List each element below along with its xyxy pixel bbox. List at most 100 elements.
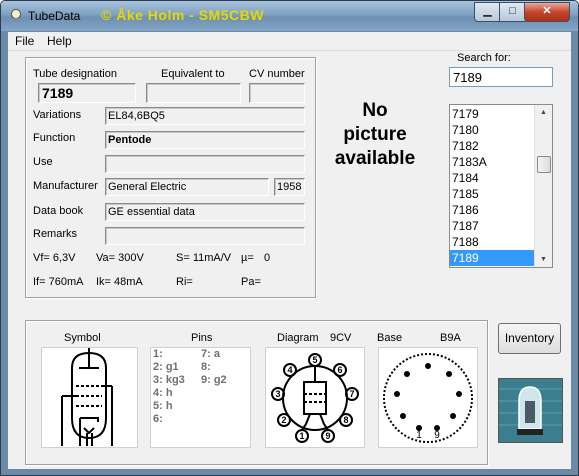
tube-app-icon <box>11 9 21 21</box>
svg-text:8: 8 <box>343 415 348 425</box>
svg-text:2: 2 <box>281 415 286 425</box>
pins-label: Pins <box>191 332 213 344</box>
pins-panel: 1: 2: g1 3: kg3 4: h 5: h 6: 7: a 8: 9: g2 <box>150 347 251 448</box>
app-window: TubeData © Åke Holm - SM5CBW ▁ □ ✕ File … <box>0 0 579 476</box>
pa-value: Pa= <box>241 276 261 288</box>
maximize-button[interactable]: □ <box>499 2 526 22</box>
databook-field[interactable]: GE essential data <box>105 203 305 221</box>
author-credit: © Åke Holm - SM5CBW <box>101 7 264 23</box>
tube-base-image: 91 <box>378 347 478 448</box>
databook-label: Data book <box>33 205 84 217</box>
no-picture-message: No picture available <box>320 99 430 171</box>
symbol-label: Symbol <box>64 332 101 344</box>
tube-symbol-image <box>41 347 138 448</box>
function-label: Function <box>33 132 76 144</box>
cv-field[interactable] <box>249 83 305 103</box>
list-item[interactable]: 7187 <box>450 218 536 234</box>
if-value: If= 760mA <box>33 276 84 288</box>
designation-label: Tube designation <box>33 68 117 80</box>
menu-help[interactable]: Help <box>47 34 72 48</box>
s-value: S= 11mA/V <box>176 252 232 264</box>
svg-text:1: 1 <box>299 431 304 441</box>
pin-entry: 1: <box>153 348 163 360</box>
base-label: Base <box>377 332 403 344</box>
no-picture-line3: available <box>334 148 416 169</box>
use-field[interactable] <box>105 155 305 173</box>
menu-bar: File Help <box>8 32 571 51</box>
svg-text:4: 4 <box>287 365 292 375</box>
pin-entry: 6: <box>153 413 163 425</box>
search-label: Search for: <box>457 52 511 64</box>
list-item[interactable]: 7186 <box>450 202 536 218</box>
minimize-button[interactable]: ▁ <box>474 2 501 22</box>
pin-entry: 9: g2 <box>201 374 227 386</box>
pin-diagram-image: 5 6 7 8 9 1 2 3 4 <box>265 347 365 448</box>
list-item[interactable]: 7189 <box>450 250 536 266</box>
tube-list-items: 7179 7180 7182 7183A 7184 7185 7186 7187 7188 718… <box>450 106 536 266</box>
list-item[interactable]: 7188 <box>450 234 536 250</box>
manufacturer-label: Manufacturer <box>33 180 98 192</box>
designation-field[interactable]: 7189 <box>38 83 136 103</box>
mu-value: 0 <box>264 252 271 264</box>
equivalent-label: Equivalent to <box>161 68 225 80</box>
variations-field[interactable]: EL84,6BQ5 <box>105 107 305 125</box>
inventory-button[interactable]: Inventory <box>498 323 561 354</box>
list-item[interactable]: 7182 <box>450 138 536 154</box>
scroll-thumb[interactable] <box>537 156 551 173</box>
manufacturer-field[interactable]: General Electric <box>105 178 269 196</box>
ik-value: Ik= 48mA <box>96 276 143 288</box>
title-bar[interactable]: TubeData © Åke Holm - SM5CBW ▁ □ ✕ <box>1 1 578 31</box>
pin-entry: 2: g1 <box>153 361 179 373</box>
list-item[interactable]: 7184 <box>450 170 536 186</box>
menu-file[interactable]: File <box>15 34 34 48</box>
remarks-field[interactable] <box>105 227 305 245</box>
list-item[interactable]: 7180 <box>450 122 536 138</box>
year-field[interactable]: 1958 <box>274 178 305 196</box>
vf-value: Vf= 6,3V <box>33 252 76 264</box>
mu-label: µ= <box>241 252 254 264</box>
scroll-up-icon[interactable]: ▲ <box>538 107 549 118</box>
remarks-label: Remarks <box>33 228 78 240</box>
ri-value: Ri= <box>176 276 193 288</box>
cv-label: CV number <box>249 68 305 80</box>
list-item[interactable]: 7185 <box>450 186 536 202</box>
svg-text:5: 5 <box>312 355 317 365</box>
close-button[interactable]: ✕ <box>524 2 570 22</box>
pin-entry: 5: h <box>153 400 173 412</box>
pin-entry: 7: a <box>201 348 220 360</box>
svg-text:3: 3 <box>275 389 280 399</box>
svg-text:7: 7 <box>349 389 354 399</box>
list-scrollbar[interactable]: ▲ ▼ <box>534 105 552 267</box>
tube-list[interactable]: 7179 7180 7182 7183A 7184 7185 7186 7187 7188 718… <box>449 104 553 268</box>
pentode-symbol-icon <box>61 348 113 446</box>
pins-left-column: 1: 2: g1 3: kg3 4: h 5: h 6: <box>153 348 185 426</box>
search-input[interactable]: 7189 <box>449 67 553 87</box>
svg-text:9: 9 <box>325 431 330 441</box>
equivalent-field[interactable] <box>146 83 241 103</box>
tube-logo-image <box>498 378 563 443</box>
pin-entry: 8: <box>201 361 211 373</box>
svg-text:9: 9 <box>434 430 440 441</box>
svg-text:1: 1 <box>416 430 422 441</box>
diagram-9cv-icon: 5 6 7 8 9 1 2 3 4 <box>271 353 359 443</box>
pin-entry: 4: h <box>153 387 173 399</box>
diagram-label: Diagram <box>277 332 319 344</box>
client-area: File Help Tube designation Equivalent to… <box>8 32 571 469</box>
function-field[interactable]: Pentode <box>105 131 305 149</box>
list-item[interactable]: 7179 <box>450 106 536 122</box>
pin-entry: 3: kg3 <box>153 374 185 386</box>
use-label: Use <box>33 156 53 168</box>
no-picture-line1: No <box>362 100 388 121</box>
scroll-down-icon[interactable]: ▼ <box>538 254 549 265</box>
base-b9a-icon: 91 <box>383 353 473 443</box>
variations-label: Variations <box>33 109 82 121</box>
no-picture-line2: picture <box>343 124 407 145</box>
pins-right-column: 7: a 8: 9: g2 <box>201 348 227 387</box>
window-title: TubeData <box>28 9 81 23</box>
base-code: B9A <box>440 332 461 344</box>
va-value: Va= 300V <box>96 252 144 264</box>
svg-text:6: 6 <box>337 365 342 375</box>
vacuum-tube-logo-icon <box>499 379 562 442</box>
diagram-code: 9CV <box>330 332 352 344</box>
list-item[interactable]: 7183A <box>450 154 536 170</box>
